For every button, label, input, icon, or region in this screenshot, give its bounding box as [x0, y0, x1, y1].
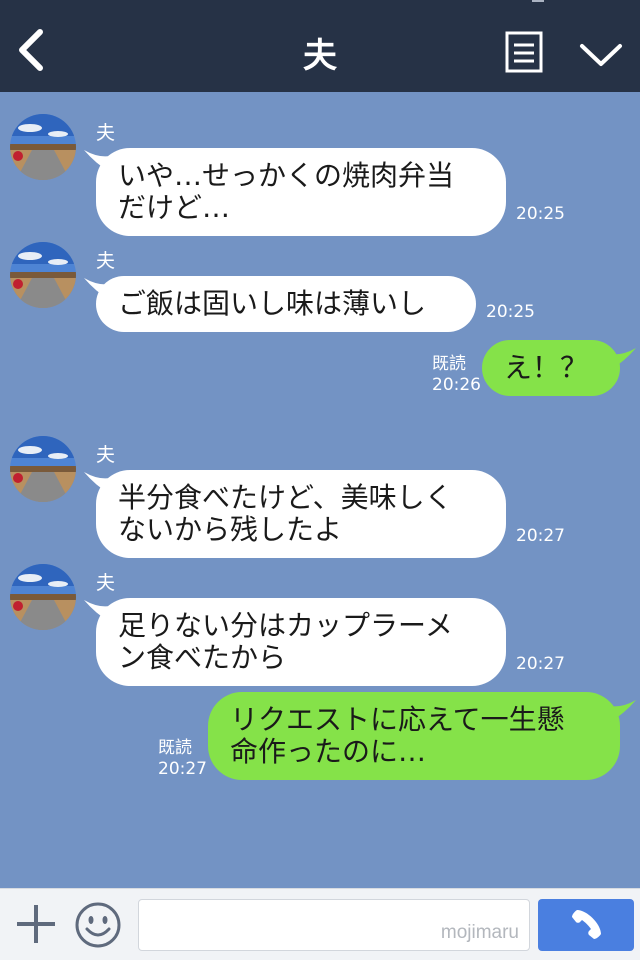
status-bar-fragment — [532, 0, 544, 2]
chat-header: 夫 — [0, 0, 640, 92]
call-button[interactable] — [538, 899, 634, 951]
sender-name: 夫 — [96, 444, 116, 466]
message-bubble[interactable]: リクエストに応えて一生懸 命作ったのに… — [208, 692, 620, 780]
message-text: 半分食べたけど、美味しく ないから残したよ — [118, 481, 453, 546]
read-receipt: 既読 — [158, 738, 192, 758]
chat-area[interactable]: 夫 いや…せっかくの焼肉弁当 だけど… 20:25 夫 ご飯は固いし味は薄いし … — [0, 92, 640, 888]
chat-title: 夫 — [303, 36, 337, 76]
note-icon[interactable] — [505, 31, 543, 73]
message-time: 20:27 — [158, 759, 207, 779]
bubble-tail — [610, 700, 636, 722]
read-receipt: 既読 — [432, 354, 466, 374]
avatar[interactable] — [10, 436, 76, 502]
sender-name: 夫 — [96, 250, 116, 272]
smile-icon[interactable] — [74, 901, 122, 949]
phone-icon — [572, 910, 601, 939]
avatar[interactable] — [10, 114, 76, 180]
avatar[interactable] — [10, 564, 76, 630]
message-bubble[interactable]: え！？ — [482, 340, 620, 396]
sender-name: 夫 — [96, 572, 116, 594]
message-text: 足りない分はカップラーメ ン食べたから — [118, 609, 453, 674]
message-time: 20:26 — [432, 375, 481, 395]
message-time: 20:27 — [516, 654, 565, 674]
message-bubble[interactable]: 足りない分はカップラーメ ン食べたから — [96, 598, 506, 686]
message-text: いや…せっかくの焼肉弁当 だけど… — [118, 159, 455, 224]
message-meta: 既読 20:26 — [432, 354, 481, 396]
message-input[interactable]: mojimaru — [138, 899, 530, 951]
message-bubble[interactable]: いや…せっかくの焼肉弁当 だけど… — [96, 148, 506, 236]
message-time: 20:27 — [516, 526, 565, 546]
bubble-tail — [610, 348, 636, 370]
message-text: え！？ — [504, 351, 589, 384]
sender-name: 夫 — [96, 122, 116, 144]
message-meta: 既読 20:27 — [158, 738, 207, 780]
message-bubble[interactable]: 半分食べたけど、美味しく ないから残したよ — [96, 470, 506, 558]
message-composer: mojimaru — [0, 888, 640, 960]
message-time: 20:25 — [486, 302, 535, 322]
chevron-down-icon[interactable] — [578, 38, 624, 70]
message-time: 20:25 — [516, 204, 565, 224]
watermark-text: mojimaru — [440, 922, 519, 943]
plus-icon[interactable] — [14, 902, 58, 946]
message-text: ご飯は固いし味は薄いし — [118, 287, 427, 320]
avatar[interactable] — [10, 242, 76, 308]
message-text: リクエストに応えて一生懸 命作ったのに… — [230, 703, 565, 768]
message-bubble[interactable]: ご飯は固いし味は薄いし — [96, 276, 476, 332]
